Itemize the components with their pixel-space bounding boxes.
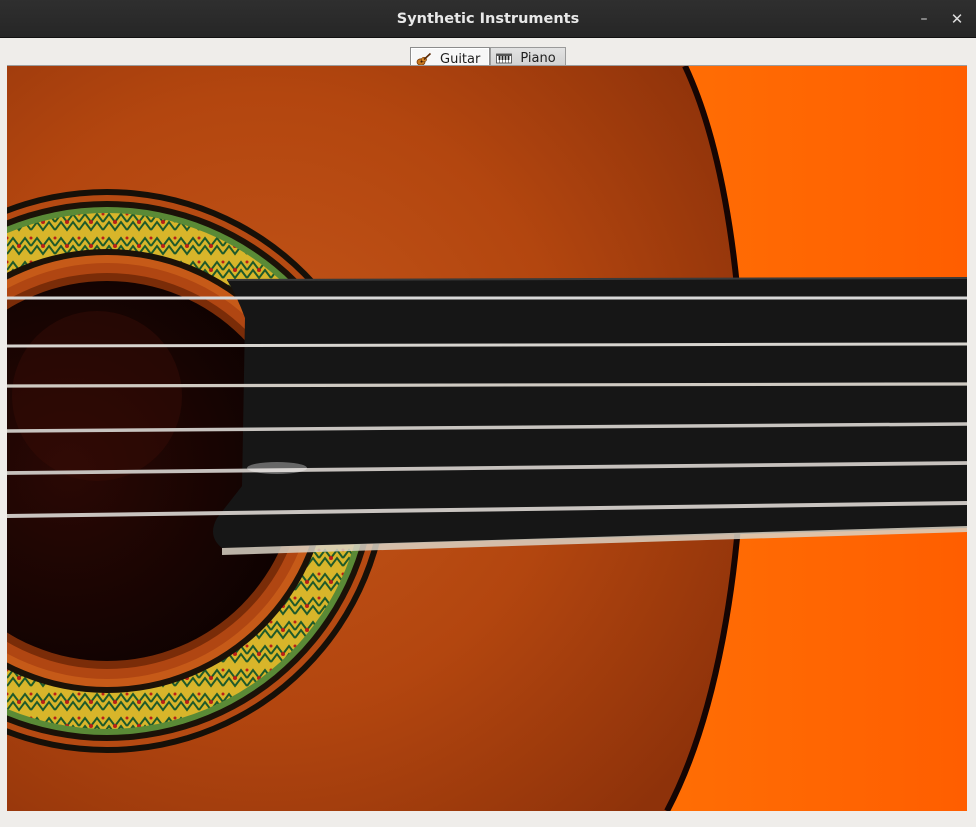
- guitar-icon: [416, 52, 432, 66]
- title-bar: Synthetic Instruments – ✕: [0, 0, 976, 38]
- piano-icon: [496, 53, 513, 63]
- close-icon[interactable]: ✕: [947, 9, 967, 29]
- tab-piano-label: Piano: [520, 51, 556, 66]
- window-title: Synthetic Instruments: [396, 11, 580, 27]
- guitar-image: [7, 66, 967, 811]
- minimize-icon[interactable]: –: [914, 9, 934, 29]
- guitar-panel[interactable]: [7, 65, 967, 811]
